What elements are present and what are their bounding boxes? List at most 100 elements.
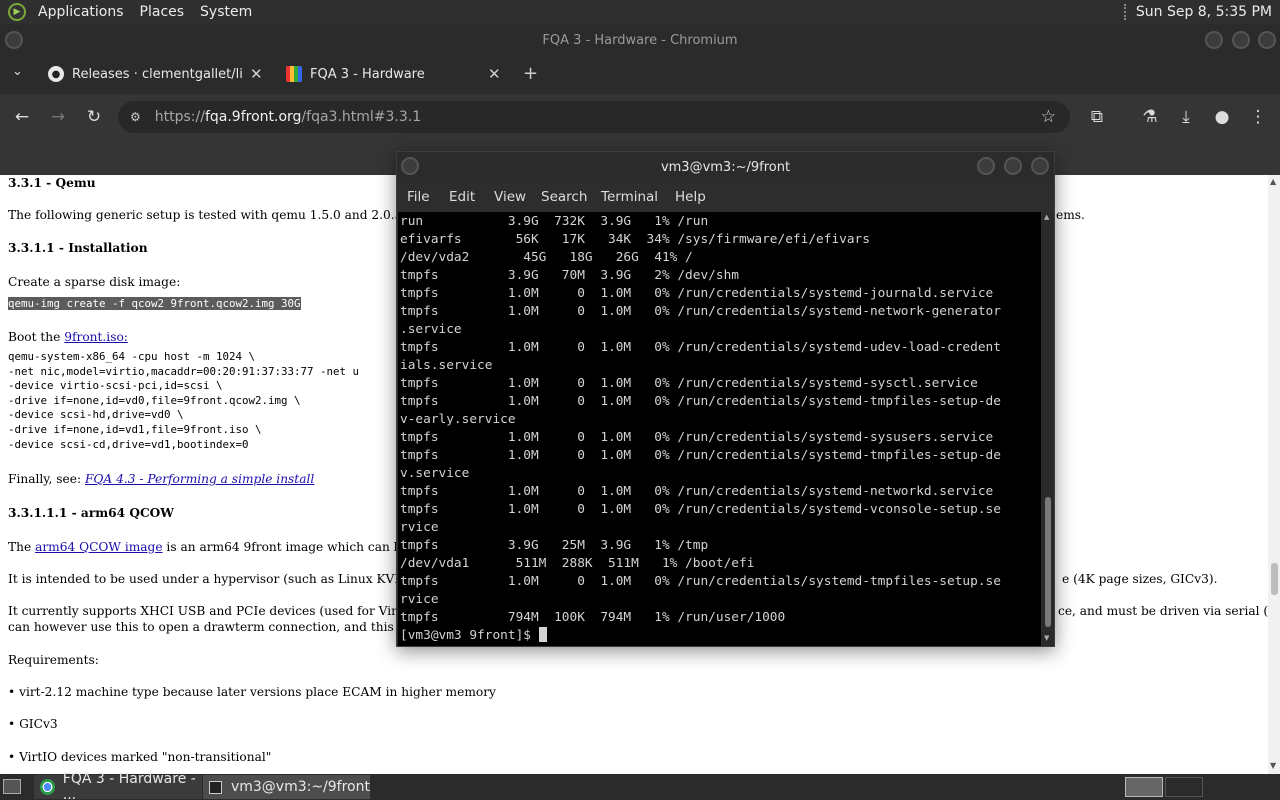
- iso-link[interactable]: 9front.iso:: [64, 330, 128, 344]
- places-menu[interactable]: Places: [132, 0, 193, 24]
- site-info-icon[interactable]: ⚙: [130, 110, 141, 124]
- heading-installation: 3.3.1.1 - Installation: [8, 241, 148, 255]
- page-scroll-thumb[interactable]: [1271, 563, 1278, 595]
- fqa43-link[interactable]: FQA 4.3 - Performing a simple install: [85, 472, 314, 486]
- taskbar-item-terminal[interactable]: vm3@vm3:~/9front: [203, 775, 370, 799]
- terminal-line: ials.service: [400, 358, 493, 373]
- bookmark-star-icon[interactable]: ☆: [1041, 107, 1056, 127]
- sparse-disk-command[interactable]: qemu-img create -f qcow2 9front.qcow2.im…: [8, 297, 301, 310]
- scroll-up-arrow-icon[interactable]: ▲: [1044, 213, 1049, 221]
- terminal-line: /dev/vda1 511M 288K 511M 1% /boot/efi: [400, 556, 755, 571]
- heading-qemu: 3.3.1 - Qemu: [8, 176, 96, 190]
- system-menu[interactable]: System: [192, 0, 260, 24]
- finally-label: Finally, see:: [8, 472, 85, 486]
- menu-search[interactable]: Search: [541, 189, 587, 205]
- labs-flask-icon[interactable]: ⚗: [1139, 106, 1161, 128]
- terminal-line: v.service: [400, 466, 470, 481]
- requirement-item: • VirtIO devices marked "non-transitiona…: [8, 750, 272, 764]
- address-bar[interactable]: ⚙ https:// fqa.9front.org /fqa3.html#3.3…: [118, 101, 1070, 133]
- tab-fqa3[interactable]: FQA 3 - Hardware ✕: [286, 56, 508, 92]
- terminal-line: tmpfs 1.0M 0 1.0M 0% /run/credentials/sy…: [400, 502, 1001, 517]
- scroll-up-arrow-icon[interactable]: ▲: [1270, 177, 1276, 186]
- forward-arrow-icon[interactable]: →: [47, 106, 69, 128]
- scroll-down-arrow-icon[interactable]: ▼: [1270, 761, 1276, 770]
- close-window-icon[interactable]: [1031, 157, 1049, 175]
- terminal-line: efivarfs 56K 17K 34K 34% /sys/firmware/e…: [400, 232, 870, 247]
- bottom-taskbar: FQA 3 - Hardware - ... vm3@vm3:~/9front: [0, 771, 1280, 800]
- show-desktop-icon[interactable]: [3, 779, 21, 794]
- arm-text: The: [8, 540, 36, 554]
- boot-cmd-line: -drive if=none,id=vd1,file=9front.iso \: [8, 422, 262, 436]
- chromium-icon: [40, 779, 55, 795]
- back-arrow-icon[interactable]: ←: [11, 106, 33, 128]
- terminal-line: tmpfs 1.0M 0 1.0M 0% /run/credentials/sy…: [400, 376, 978, 391]
- page-scrollbar[interactable]: ▲ ▼: [1268, 175, 1280, 774]
- taskbar-item-chromium[interactable]: FQA 3 - Hardware - ...: [34, 771, 202, 800]
- boot-cmd-line: -net nic,model=virtio,macaddr=00:20:91:3…: [8, 364, 360, 378]
- boot-cmd-line: -device virtio-scsi-pci,id=scsi \: [8, 379, 223, 393]
- hypervisor-text: It is intended to be used under a hyperv…: [8, 572, 454, 586]
- workspace-switcher[interactable]: [1125, 777, 1163, 797]
- kebab-menu-icon[interactable]: ⋮: [1247, 106, 1269, 128]
- scroll-down-arrow-icon[interactable]: ▼: [1044, 634, 1049, 642]
- reload-icon[interactable]: ↻: [83, 106, 105, 128]
- menu-file[interactable]: File: [407, 189, 430, 205]
- terminal-output[interactable]: run 3.9G 732K 3.9G 1% /run efivarfs 56K …: [398, 212, 1041, 646]
- boot-label: Boot the: [8, 330, 65, 344]
- intro-text: The following generic setup is tested wi…: [8, 208, 463, 222]
- maximize-window-icon[interactable]: [1004, 157, 1022, 175]
- menu-edit[interactable]: Edit: [449, 189, 475, 205]
- panel-clock[interactable]: Sun Sep 8, 5:35 PM: [1130, 4, 1276, 20]
- close-tab-icon[interactable]: ✕: [250, 65, 263, 83]
- workspace-switcher-empty[interactable]: [1165, 777, 1203, 797]
- heading-arm64: 3.3.1.1.1 - arm64 QCOW: [8, 506, 174, 520]
- menu-view[interactable]: View: [494, 189, 526, 205]
- distro-logo-icon[interactable]: ▶: [8, 3, 26, 21]
- minimize-window-icon[interactable]: [1205, 31, 1223, 49]
- window-menu-icon[interactable]: [5, 31, 23, 49]
- terminal-line: run 3.9G 732K 3.9G 1% /run: [400, 214, 709, 229]
- menu-terminal[interactable]: Terminal: [601, 189, 658, 205]
- profile-avatar-icon[interactable]: ●: [1211, 106, 1233, 128]
- tab-label: FQA 3 - Hardware: [310, 66, 425, 82]
- minimize-window-icon[interactable]: [977, 157, 995, 175]
- terminal-icon: [209, 780, 222, 794]
- url-path: /fqa3.html#3.3.1: [301, 109, 422, 125]
- terminal-line: rvice: [400, 592, 439, 607]
- terminal-line: tmpfs 1.0M 0 1.0M 0% /run/credentials/sy…: [400, 286, 994, 301]
- terminal-scroll-thumb[interactable]: [1045, 497, 1051, 627]
- requirement-item: • virt-2.12 machine type because later v…: [8, 685, 496, 699]
- url-host: fqa.9front.org: [204, 109, 302, 125]
- maximize-window-icon[interactable]: [1232, 31, 1250, 49]
- arm64-qcow-link[interactable]: arm64 QCOW image: [35, 540, 162, 554]
- terminal-line: tmpfs 1.0M 0 1.0M 0% /run/credentials/sy…: [400, 304, 1001, 319]
- boot-cmd-line: -device scsi-hd,drive=vd0 \: [8, 408, 184, 422]
- terminal-line: tmpfs 1.0M 0 1.0M 0% /run/credentials/sy…: [400, 340, 1001, 355]
- close-window-icon[interactable]: [1258, 31, 1276, 49]
- terminal-window[interactable]: vm3@vm3:~/9front File Edit View Search T…: [396, 151, 1055, 647]
- boot-cmd-line: qemu-system-x86_64 -cpu host -m 1024 \: [8, 350, 256, 363]
- menu-help[interactable]: Help: [675, 189, 706, 205]
- window-menu-icon[interactable]: [401, 157, 419, 175]
- applications-menu[interactable]: Applications: [30, 0, 132, 24]
- terminal-line: tmpfs 794M 100K 794M 1% /run/user/1000: [400, 610, 786, 625]
- boot-command-block[interactable]: qemu-system-x86_64 -cpu host -m 1024 \ -…: [8, 350, 359, 452]
- tab-search-chevron-icon[interactable]: ⌄: [12, 64, 23, 79]
- extensions-icon[interactable]: ⧉: [1086, 106, 1108, 128]
- hypervisor-text-tail: e (4K page sizes, GICv3).: [1062, 572, 1218, 586]
- sparse-disk-label: Create a sparse disk image:: [8, 275, 181, 289]
- taskbar-item-label: vm3@vm3:~/9front: [230, 779, 370, 795]
- terminal-line: .service: [400, 322, 462, 337]
- terminal-line: tmpfs 3.9G 70M 3.9G 2% /dev/shm: [400, 268, 739, 283]
- tab-releases[interactable]: ● Releases · clementgallet/libT ✕: [48, 56, 270, 92]
- terminal-scrollbar[interactable]: ▲ ▼: [1042, 212, 1054, 646]
- terminal-prompt[interactable]: [vm3@vm3 9front]$: [400, 627, 1041, 645]
- tab-strip: ⌄ ● Releases · clementgallet/libT ✕ FQA …: [0, 56, 1280, 94]
- intro-text-tail: ems.: [1056, 208, 1085, 222]
- browser-window-title: FQA 3 - Hardware - Chromium: [542, 32, 738, 48]
- close-tab-icon[interactable]: ✕: [488, 65, 501, 83]
- url-scheme: https://: [154, 109, 205, 125]
- downloads-icon[interactable]: ⤓: [1175, 106, 1197, 128]
- new-tab-button[interactable]: +: [523, 63, 538, 84]
- terminal-title-bar[interactable]: vm3@vm3:~/9front: [397, 152, 1054, 182]
